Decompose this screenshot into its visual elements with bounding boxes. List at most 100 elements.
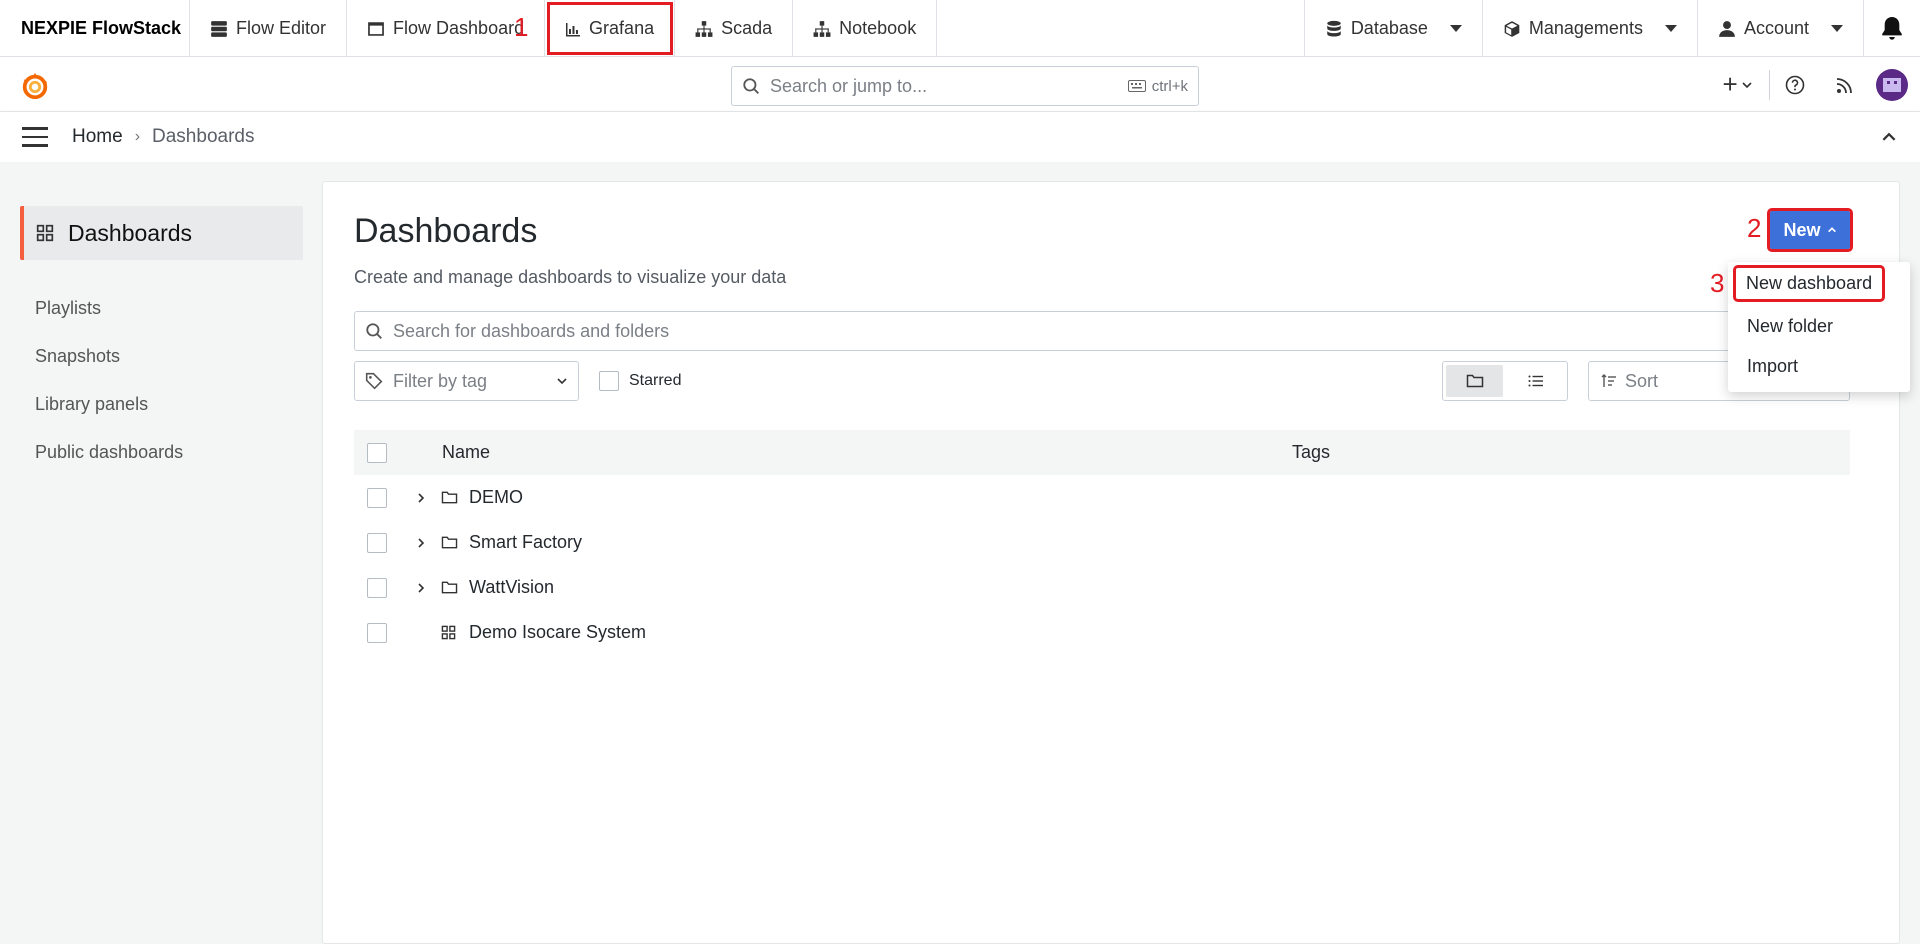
nav-notebook[interactable]: Notebook xyxy=(793,0,938,57)
avatar-pattern xyxy=(1894,80,1897,84)
view-toggle xyxy=(1442,361,1568,401)
row-name[interactable]: WattVision xyxy=(469,577,554,598)
menu-toggle-button[interactable] xyxy=(22,127,48,147)
nav-managements[interactable]: Managements xyxy=(1483,0,1698,57)
help-icon xyxy=(1785,75,1805,94)
starred-filter[interactable]: Starred xyxy=(599,371,681,391)
database-icon xyxy=(1327,20,1341,37)
breadcrumb-home[interactable]: Home xyxy=(72,126,123,148)
chevron-down-icon xyxy=(557,378,567,385)
nav-label: Managements xyxy=(1528,18,1643,38)
folder-icon-cell xyxy=(441,535,461,550)
caret-down-icon xyxy=(1449,25,1462,32)
menu-item-import[interactable]: Import xyxy=(1747,356,1798,377)
notification-bell[interactable] xyxy=(1864,0,1920,56)
sitemap-icon xyxy=(695,20,713,37)
row-checkbox[interactable] xyxy=(366,577,387,598)
table-header: Name Tags xyxy=(354,430,1850,475)
server-icon xyxy=(211,20,227,37)
select-all-checkbox[interactable] xyxy=(366,442,387,463)
avatar-pattern xyxy=(1883,77,1901,92)
hamburger-line xyxy=(22,135,48,139)
table-row[interactable]: DEMO xyxy=(354,475,1850,520)
sidebar-item-playlists[interactable]: Playlists xyxy=(20,284,303,332)
step-annotation-2: 2 xyxy=(1747,213,1762,243)
row-checkbox-cell xyxy=(354,487,399,508)
keyboard-icon xyxy=(1127,80,1146,92)
row-checkbox[interactable] xyxy=(366,532,387,553)
folder-icon xyxy=(441,581,458,594)
row-name[interactable]: Smart Factory xyxy=(469,532,582,553)
brand-logo[interactable]: NEXPIE FlowStack xyxy=(0,0,190,57)
row-checkbox-cell xyxy=(354,622,399,643)
sidebar-item-snapshots[interactable]: Snapshots xyxy=(20,332,303,380)
search-placeholder: Search for dashboards and folders xyxy=(393,320,670,341)
expand-button[interactable] xyxy=(411,537,431,549)
sidebar-item-dashboards[interactable]: Dashboards xyxy=(20,206,303,260)
select-all-cell xyxy=(354,442,399,463)
menu-item-new-folder[interactable]: New folder xyxy=(1747,316,1833,337)
avatar[interactable] xyxy=(1876,68,1908,101)
page-subtitle: Create and manage dashboards to visualiz… xyxy=(354,267,787,287)
global-search-input[interactable]: Search or jump to... ctrl+k xyxy=(731,66,1199,106)
nav-label: Flow Editor xyxy=(236,18,327,38)
news-feed-button[interactable] xyxy=(1820,57,1870,112)
row-checkbox[interactable] xyxy=(366,622,387,643)
nav-grafana[interactable]: Grafana xyxy=(545,0,676,57)
shortcut-text: ctrl+k xyxy=(1151,77,1188,95)
bell-icon xyxy=(1882,16,1902,40)
nav-account[interactable]: Account xyxy=(1698,0,1864,57)
plus-icon xyxy=(1723,77,1737,90)
chevron-down-icon xyxy=(1742,81,1752,88)
row-checkbox-cell xyxy=(354,577,399,598)
row-name[interactable]: Demo Isocare System xyxy=(469,622,646,643)
nav-label: Notebook xyxy=(839,18,917,38)
chevron-right-icon xyxy=(418,537,425,548)
menu-item-new-dashboard[interactable]: New dashboard xyxy=(1732,265,1886,302)
search-icon xyxy=(743,78,759,94)
table-row[interactable]: WattVision xyxy=(354,565,1850,610)
chevron-up-icon[interactable] xyxy=(1880,128,1898,146)
expand-button[interactable] xyxy=(411,582,431,594)
grafana-logo-icon[interactable] xyxy=(20,71,50,101)
chevron-right-icon xyxy=(418,492,425,503)
folder-icon xyxy=(441,536,458,549)
main-area: Dashboards Playlists Snapshots Library p… xyxy=(0,162,1920,944)
nav-right-group: Database Managements Account xyxy=(1303,0,1920,57)
list-icon xyxy=(1528,375,1543,387)
nav-label: Flow Dashboard xyxy=(393,18,525,38)
caret-down-icon xyxy=(1831,25,1843,32)
nav-scada[interactable]: Scada xyxy=(675,0,794,57)
tag-icon xyxy=(365,372,383,390)
breadcrumb: Home › Dashboards xyxy=(72,126,254,148)
new-button-label: New xyxy=(1783,219,1821,240)
sidebar-item-public-dashboards[interactable]: Public dashboards xyxy=(20,428,303,476)
nav-flow-editor[interactable]: Flow Editor xyxy=(190,0,348,57)
section-sidebar: Dashboards Playlists Snapshots Library p… xyxy=(20,206,303,476)
apps-grid-icon xyxy=(441,625,456,640)
user-icon xyxy=(1719,20,1735,37)
breadcrumb-bar: Home › Dashboards xyxy=(0,112,1920,162)
row-checkbox[interactable] xyxy=(366,487,387,508)
list-view-button[interactable] xyxy=(1507,365,1564,397)
step-annotation-1: 1 xyxy=(514,12,529,42)
expand-button[interactable] xyxy=(411,492,431,504)
grafana-header: Search or jump to... ctrl+k xyxy=(0,57,1920,112)
dashboard-search-input[interactable]: Search for dashboards and folders xyxy=(354,311,1849,351)
new-dropdown-menu: New dashboard New folder Import xyxy=(1728,262,1910,392)
starred-checkbox[interactable] xyxy=(599,371,619,391)
add-menu-button[interactable] xyxy=(1705,57,1769,112)
table-row[interactable]: Demo Isocare System xyxy=(354,610,1850,655)
sidebar-item-library-panels[interactable]: Library panels xyxy=(20,380,303,428)
folder-view-button[interactable] xyxy=(1446,365,1503,397)
tag-filter-select[interactable]: Filter by tag xyxy=(354,361,579,401)
new-button[interactable]: New xyxy=(1767,208,1853,252)
table-row[interactable]: Smart Factory xyxy=(354,520,1850,565)
sort-placeholder: Sort xyxy=(1625,370,1659,391)
breadcrumb-separator: › xyxy=(134,128,141,145)
row-name[interactable]: DEMO xyxy=(469,487,523,508)
page-title: Dashboards xyxy=(354,212,538,250)
dashboard-icon xyxy=(368,21,384,36)
help-button[interactable] xyxy=(1770,57,1820,112)
nav-database[interactable]: Database xyxy=(1303,0,1483,57)
